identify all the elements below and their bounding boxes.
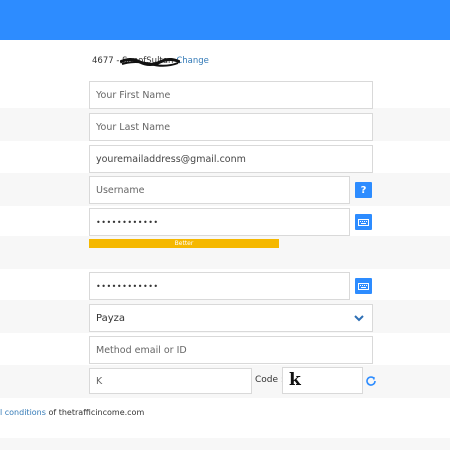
first-name-input[interactable]: Your First Name: [89, 81, 373, 109]
captcha-input[interactable]: K: [89, 368, 252, 394]
terms-text: l conditions of thetrafficincome.com: [0, 408, 144, 417]
chevron-down-icon: [354, 315, 364, 322]
registration-page: 4677 - SonofSultan Change Your First Name…: [0, 0, 450, 450]
confirm-password-input[interactable]: ••••••••••••: [89, 272, 350, 300]
refresh-icon[interactable]: [365, 375, 377, 387]
change-referral-link[interactable]: Change: [176, 56, 209, 66]
code-label: Code :: [255, 375, 284, 385]
keyboard-icon[interactable]: [355, 214, 372, 230]
terms-link[interactable]: l conditions: [0, 408, 46, 417]
keyboard-icon[interactable]: [355, 278, 372, 294]
payment-method-select[interactable]: Payza: [89, 304, 373, 332]
top-header-bar: [0, 0, 450, 40]
password-input[interactable]: ••••••••••••: [89, 208, 350, 236]
email-input[interactable]: youremailaddress@gmail.conm: [89, 145, 373, 173]
username-input[interactable]: Username: [89, 176, 350, 204]
payment-method-value: Payza: [96, 312, 126, 324]
footer-band: [0, 438, 450, 450]
terms-suffix: of thetrafficincome.com: [45, 408, 145, 417]
referral-id: 4677 -: [92, 56, 123, 66]
password-strength-bar: Better: [89, 239, 279, 248]
help-icon[interactable]: ?: [355, 182, 372, 198]
method-email-input[interactable]: Method email or ID: [89, 336, 373, 364]
last-name-input[interactable]: Your Last Name: [89, 113, 373, 141]
captcha-image: k: [282, 367, 363, 394]
referral-info: 4677 - SonofSultan Change: [92, 56, 209, 67]
referral-username: SonofSultan: [120, 56, 181, 67]
